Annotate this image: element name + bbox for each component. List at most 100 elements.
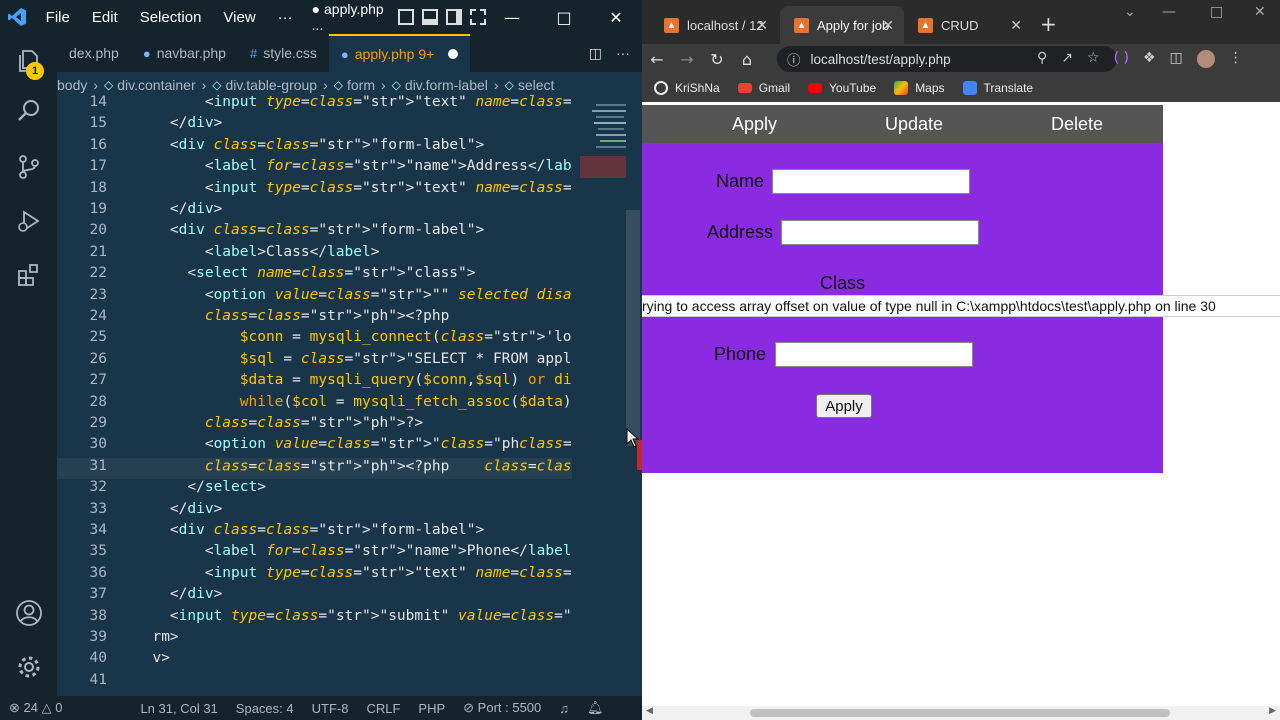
code-line[interactable]: 41 (57, 672, 572, 693)
notifications-bell-icon[interactable]: 🔔︎ (578, 700, 613, 716)
extensions-puzzle-icon[interactable]: ❖ (1143, 50, 1156, 68)
code-text[interactable]: <select name=class="str">"class"> (135, 265, 475, 281)
code-line[interactable]: 29 class=class="str">"ph">?> (57, 415, 572, 436)
side-panel-icon[interactable]: ◫ (1170, 50, 1183, 68)
code-line[interactable]: 23 <option value=class="str">"" selected… (57, 287, 572, 308)
code-text[interactable]: v> (135, 650, 169, 666)
encoding[interactable]: UTF-8 (303, 701, 358, 716)
nav-delete-link[interactable]: Delete (1051, 114, 1103, 135)
code-line[interactable]: 34 <div class=class="str">"form-label"> (57, 522, 572, 543)
code-text[interactable]: <div class=class="str">"form-label"> (135, 522, 484, 538)
code-line[interactable]: 16 <div class=class="str">"form-label"> (57, 137, 572, 158)
menu-view[interactable]: View (212, 9, 266, 26)
code-line[interactable]: 17 <label for=class="str">"name">Address… (57, 158, 572, 179)
menu-more[interactable]: ··· (267, 9, 304, 26)
chrome-tab-crud[interactable]: ▲ CRUD ✕ (904, 6, 1032, 44)
code-line[interactable]: 38 <input type=class="str">"submit" valu… (57, 608, 572, 629)
tab-navbar-php[interactable]: ● navbar.php (131, 34, 238, 72)
scrollbar-thumb[interactable] (750, 709, 1170, 717)
customize-layout-icon[interactable] (470, 9, 486, 25)
minimize-icon[interactable]: — (1162, 4, 1176, 20)
code-line[interactable]: 33 </div> (57, 501, 572, 522)
chrome-tab-apply[interactable]: ▲ Apply for job ✕ (780, 6, 904, 44)
code-text[interactable]: <input type=class="str">"text" name=clas… (135, 94, 572, 110)
code-text[interactable]: <input type=class="str">"text" name=clas… (135, 180, 572, 196)
code-line[interactable]: 31 class=class="str">"ph"><?php class=cl… (57, 457, 572, 480)
code-line[interactable]: 26 $sql = class="str">"SELECT * FROM app… (57, 351, 572, 372)
code-line[interactable]: 20 <div class=class="str">"form-label"> (57, 222, 572, 243)
code-line[interactable]: 22 <select name=class="str">"class"> (57, 265, 572, 286)
search-icon[interactable] (14, 96, 44, 126)
bookmark-maps[interactable]: Maps (894, 81, 945, 95)
code-line[interactable]: 15 </div> (57, 115, 572, 136)
cursor-position[interactable]: Ln 31, Col 31 (131, 701, 226, 716)
toggle-panel-icon[interactable] (422, 9, 438, 25)
reload-icon[interactable]: ↻ (702, 50, 732, 69)
close-tab-icon[interactable]: ✕ (882, 17, 894, 34)
bookmark-youtube[interactable]: YouTube (808, 81, 876, 95)
breadcrumb-item[interactable]: ◇ div.container › (104, 77, 212, 93)
site-info-icon[interactable]: ⓘ (787, 49, 801, 69)
code-line[interactable]: 37 </div> (57, 586, 572, 607)
code-text[interactable]: <input type=class="str">"text" name=clas… (135, 565, 572, 581)
code-line[interactable]: 25 $conn = mysqli_connect(class="str">'l… (57, 329, 572, 350)
code-line[interactable]: 21 <label>Class</label> (57, 244, 572, 265)
code-line[interactable]: 28 while($col = mysqli_fetch_assoc($data… (57, 394, 572, 415)
end-of-line[interactable]: CRLF (357, 701, 409, 716)
address-input[interactable] (781, 220, 979, 245)
code-text[interactable]: <input type=class="str">"submit" value=c… (135, 608, 572, 624)
account-icon[interactable] (14, 598, 44, 628)
chrome-menu-icon[interactable]: ⋮ (1229, 50, 1243, 68)
breadcrumb-item[interactable]: body › (57, 77, 104, 93)
forward-arrow-icon[interactable]: → (672, 50, 702, 69)
close-icon[interactable]: ✕ (1254, 4, 1266, 20)
code-line[interactable]: 32 </select> (57, 479, 572, 500)
code-line[interactable]: 24 class=class="str">"ph"><?php (57, 308, 572, 329)
code-line[interactable]: 27 $data = mysqli_query($conn,$sql) or d… (57, 372, 572, 393)
scroll-right-icon[interactable]: ▶ (1269, 706, 1276, 716)
code-text[interactable]: $sql = class="str">"SELECT * FROM applyc… (135, 351, 572, 367)
extension-brackets-icon[interactable]: ( ) (1114, 50, 1129, 68)
code-text[interactable]: $conn = mysqli_connect(class="str">'loca… (135, 329, 572, 345)
minimize-icon[interactable]: — (486, 0, 538, 34)
code-text[interactable]: rm> (135, 629, 178, 645)
profile-avatar[interactable] (1196, 50, 1215, 68)
breadcrumb-item[interactable]: ◇ div.table-group › (212, 77, 333, 93)
bookmark-translate[interactable]: Translate (962, 81, 1033, 95)
code-text[interactable]: class=class="str">"ph"><?php (135, 308, 449, 324)
close-tab-icon[interactable]: ✕ (756, 17, 768, 34)
maximize-icon[interactable]: □ (538, 0, 590, 34)
source-control-icon[interactable] (14, 152, 44, 182)
code-text[interactable]: </div> (135, 115, 222, 131)
close-tab-icon[interactable]: ✕ (1010, 17, 1022, 34)
nav-apply-link[interactable]: Apply (732, 114, 777, 135)
toggle-sidebar-icon[interactable] (398, 9, 414, 25)
live-server-port[interactable]: ⊘ Port : 5500 (454, 700, 550, 716)
code-text[interactable]: </div> (135, 586, 222, 602)
tab-index-php[interactable]: dex.php (57, 34, 131, 72)
run-debug-icon[interactable] (14, 206, 44, 236)
code-text[interactable]: <option value=class="str">"" selected di… (135, 287, 572, 303)
code-text[interactable]: $data = mysqli_query($conn,$sql) or die( (135, 372, 572, 388)
code-text[interactable]: class=class="str">"ph">?> (135, 415, 423, 431)
phone-input[interactable] (775, 342, 973, 367)
code-line[interactable]: 39 rm> (57, 629, 572, 650)
menu-edit[interactable]: Edit (81, 9, 129, 26)
name-input[interactable] (772, 169, 970, 194)
language-mode[interactable]: PHP (409, 701, 454, 716)
home-icon[interactable]: ⌂ (732, 50, 762, 69)
tab-search-chevron-icon[interactable]: ⌄ (1124, 4, 1136, 20)
breadcrumb-item[interactable]: ◇ form › (334, 77, 392, 93)
back-arrow-icon[interactable]: ← (642, 50, 672, 69)
tab-apply-php[interactable]: ● apply.php 9+ (328, 34, 471, 72)
code-line[interactable]: 40 v> (57, 650, 572, 671)
breadcrumb-item[interactable]: ◇ select (505, 77, 555, 93)
split-editor-icon[interactable]: ◫ (589, 45, 602, 62)
breadcrumb-item[interactable]: ◇ div.form-label › (392, 77, 505, 93)
code-text[interactable]: </select> (135, 479, 266, 495)
new-tab-button[interactable]: + (1040, 12, 1057, 36)
code-text[interactable]: <label>Class</label> (135, 244, 380, 260)
menu-selection[interactable]: Selection (129, 9, 213, 26)
code-text[interactable]: <option value=class="str">"class="phclas… (135, 436, 572, 452)
zoom-icon[interactable]: ⚲ (1037, 50, 1047, 68)
